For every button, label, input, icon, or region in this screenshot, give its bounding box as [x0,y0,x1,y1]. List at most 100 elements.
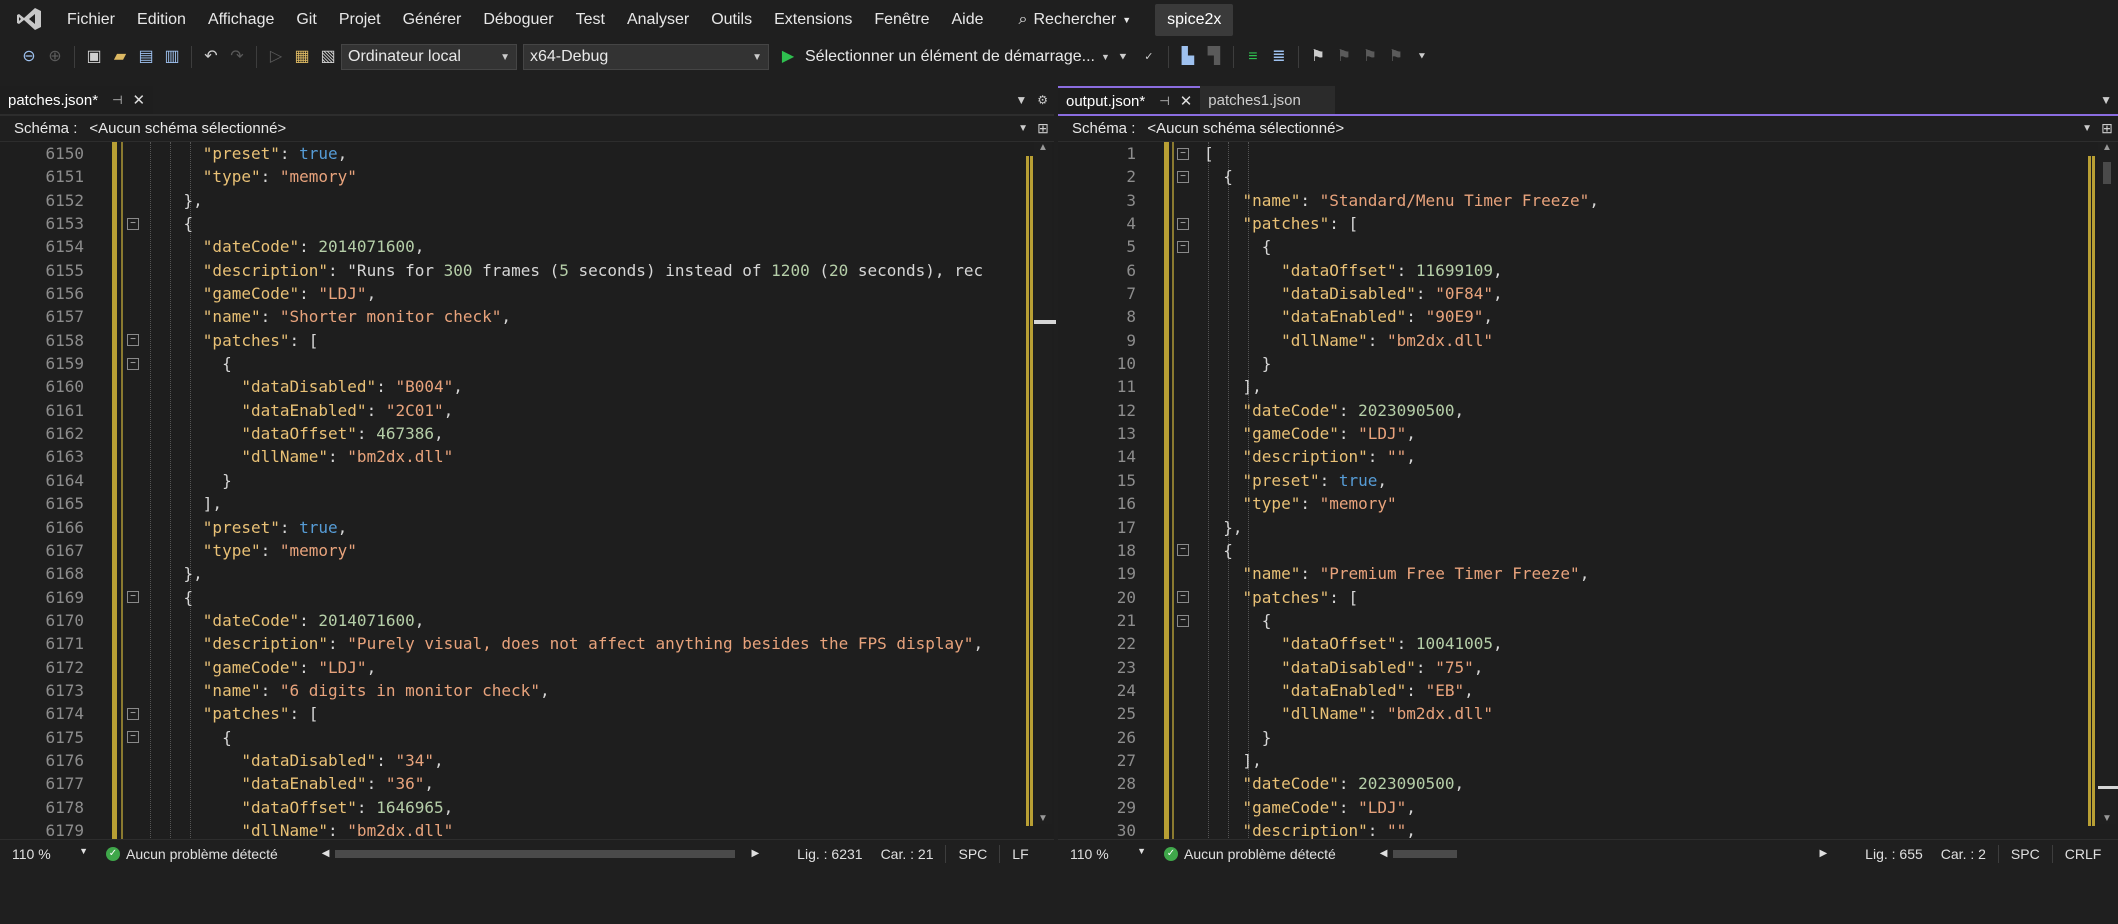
code-line[interactable]: "description": "Purely visual, does not … [145,632,1025,655]
code-line[interactable]: "name": "Shorter monitor check", [145,305,1025,328]
code-text[interactable]: "preset": true, "type": "memory" }, { "d… [145,142,1025,842]
tab-patches1-json[interactable]: patches1.json [1200,86,1335,114]
whitespace-indicator[interactable]: SPC [958,846,987,862]
code-line[interactable]: { [145,586,1025,609]
menu-item[interactable]: Générer [392,0,473,40]
outdent-icon[interactable]: ≣ [1268,46,1290,68]
horizontal-scrollbar[interactable] [1393,847,1813,861]
code-line[interactable]: ], [1204,375,2084,398]
menu-item[interactable]: Fichier [56,0,126,40]
whitespace-indicator[interactable]: SPC [2011,846,2040,862]
code-line[interactable]: }, [145,562,1025,585]
code-line[interactable]: "name": "Premium Free Timer Freeze", [1204,562,2084,585]
switch-views-icon[interactable]: ▧ [317,46,339,68]
line-ending-indicator[interactable]: CRLF [2065,846,2102,862]
collapse-icon[interactable]: − [1177,217,1189,230]
health-indicator[interactable]: ✓ Aucun problème détecté [1164,846,1336,862]
chevron-down-icon[interactable]: ▼ [1101,52,1110,62]
zoom-dropdown[interactable]: 110 % ▼ [1058,846,1154,862]
step-icon[interactable]: ▜ [1203,46,1225,68]
code-line[interactable]: "dateCode": 2023090500, [1204,399,2084,422]
split-editor-icon[interactable]: ⊞ [2096,120,2118,137]
search-button[interactable]: ⌕ Rechercher ▼ [1011,11,1140,29]
start-debug-icon[interactable]: ▶ [777,46,799,68]
menu-item[interactable]: Extensions [763,0,863,40]
menu-item[interactable]: Projet [328,0,392,40]
code-line[interactable]: "type": "memory" [1204,492,2084,515]
code-line[interactable]: "name": "Standard/Menu Timer Freeze", [1204,189,2084,212]
code-line[interactable]: { [1204,235,2084,258]
code-line[interactable]: { [1204,609,2084,632]
scroll-up-icon[interactable]: ▲ [1034,142,1052,153]
code-line[interactable]: "description": "", [1204,445,2084,468]
scroll-thumb[interactable] [2103,162,2111,184]
code-line[interactable]: { [145,352,1025,375]
bookmark-icon[interactable]: ⚑ [1307,46,1329,68]
tab-list-dropdown-icon[interactable]: ▼ [2100,93,2112,107]
new-item-icon[interactable]: ▣ [83,46,105,68]
close-icon[interactable]: ✕ [1180,92,1193,110]
collapse-icon[interactable]: − [1177,240,1189,253]
code-line[interactable]: "patches": [ [145,702,1025,725]
run-icon[interactable]: ▷ [265,46,287,68]
vertical-scrollbar[interactable]: ▲ ▼ [2098,142,2118,824]
code-line[interactable]: "dataOffset": 1646965, [145,796,1025,819]
code-line[interactable]: "dateCode": 2014071600, [145,609,1025,632]
menu-item[interactable]: Déboguer [472,0,564,40]
prev-bookmark-icon[interactable]: ⚑ [1333,46,1355,68]
tab-output-json[interactable]: output.json* ⊣ ✕ [1058,86,1201,114]
code-line[interactable]: "dllName": "bm2dx.dll" [1204,329,2084,352]
pin-icon[interactable]: ⊣ [112,93,122,107]
collapse-icon[interactable]: − [127,217,139,230]
menu-item[interactable]: Edition [126,0,197,40]
code-line[interactable]: "type": "memory" [145,539,1025,562]
right-code-editor[interactable]: 1 2 3 4 5 6 7 8 9 10 11 12 13 14 15 16 17 18 19 20 21 22 23 24 2… [1058,142,2118,924]
toolbar-options-icon[interactable]: ⯆ [1411,46,1433,68]
visual-studio-logo-icon[interactable] [14,5,44,35]
health-indicator[interactable]: ✓ Aucun problème détecté [106,846,278,862]
code-line[interactable]: { [145,212,1025,235]
horizontal-scrollbar[interactable] [335,847,745,861]
tab-patches-json[interactable]: patches.json* ⊣ ✕ [0,86,154,114]
line-indicator[interactable]: Lig. : 655 [1865,846,1923,862]
code-line[interactable]: } [1204,726,2084,749]
code-line[interactable]: "gameCode": "LDJ", [1204,796,2084,819]
column-indicator[interactable]: Car. : 2 [1941,846,1986,862]
menu-item[interactable]: Analyser [616,0,700,40]
code-line[interactable]: "preset": true, [145,142,1025,165]
collapse-icon[interactable]: − [1177,544,1189,557]
undo-icon[interactable]: ↶ [200,46,222,68]
code-line[interactable]: { [1204,539,2084,562]
split-editor-icon[interactable]: ⊞ [1032,120,1054,137]
code-line[interactable]: ], [145,492,1025,515]
code-line[interactable]: }, [1204,516,2084,539]
schema-dropdown[interactable]: <Aucun schéma sélectionné> ▼ [85,117,1032,140]
collapse-icon[interactable]: − [127,357,139,370]
code-line[interactable]: "gameCode": "LDJ", [145,656,1025,679]
scroll-down-icon[interactable]: ▼ [1034,813,1052,824]
code-line[interactable]: "dateCode": 2014071600, [145,235,1025,258]
code-line[interactable]: "gameCode": "LDJ", [1204,422,2084,445]
collapse-icon[interactable]: − [127,731,139,744]
scroll-left-icon[interactable]: ◀ [322,848,330,859]
code-line[interactable]: "gameCode": "LDJ", [145,282,1025,305]
startup-item-selector[interactable]: Sélectionner un élément de démarrage... [805,48,1095,66]
menu-item[interactable]: Fenêtre [863,0,940,40]
configuration-dropdown[interactable]: x64-Debug ▼ [523,44,769,70]
left-code-editor[interactable]: 6150 6151 6152 6153 6154 6155 6156 6157 6158 6159… [0,142,1056,924]
code-line[interactable]: "patches": [ [1204,586,2084,609]
scroll-up-icon[interactable]: ▲ [2098,142,2116,153]
pin-icon[interactable]: ⊣ [1159,94,1169,108]
collapse-icon[interactable]: − [1177,147,1189,160]
save-icon[interactable]: ▤ [135,46,157,68]
code-line[interactable]: "patches": [ [145,329,1025,352]
clear-bookmarks-icon[interactable]: ⚑ [1385,46,1407,68]
code-line[interactable]: "description": "Runs for 300 frames (5 s… [145,259,1025,282]
code-line[interactable]: { [145,726,1025,749]
code-line[interactable]: "name": "6 digits in monitor check", [145,679,1025,702]
menu-item[interactable]: Outils [700,0,763,40]
code-line[interactable]: "dataEnabled": "EB", [1204,679,2084,702]
schema-dropdown[interactable]: <Aucun schéma sélectionné> ▼ [1143,117,2096,140]
collapse-icon[interactable]: − [1177,591,1189,604]
line-ending-indicator[interactable]: LF [1012,846,1028,862]
